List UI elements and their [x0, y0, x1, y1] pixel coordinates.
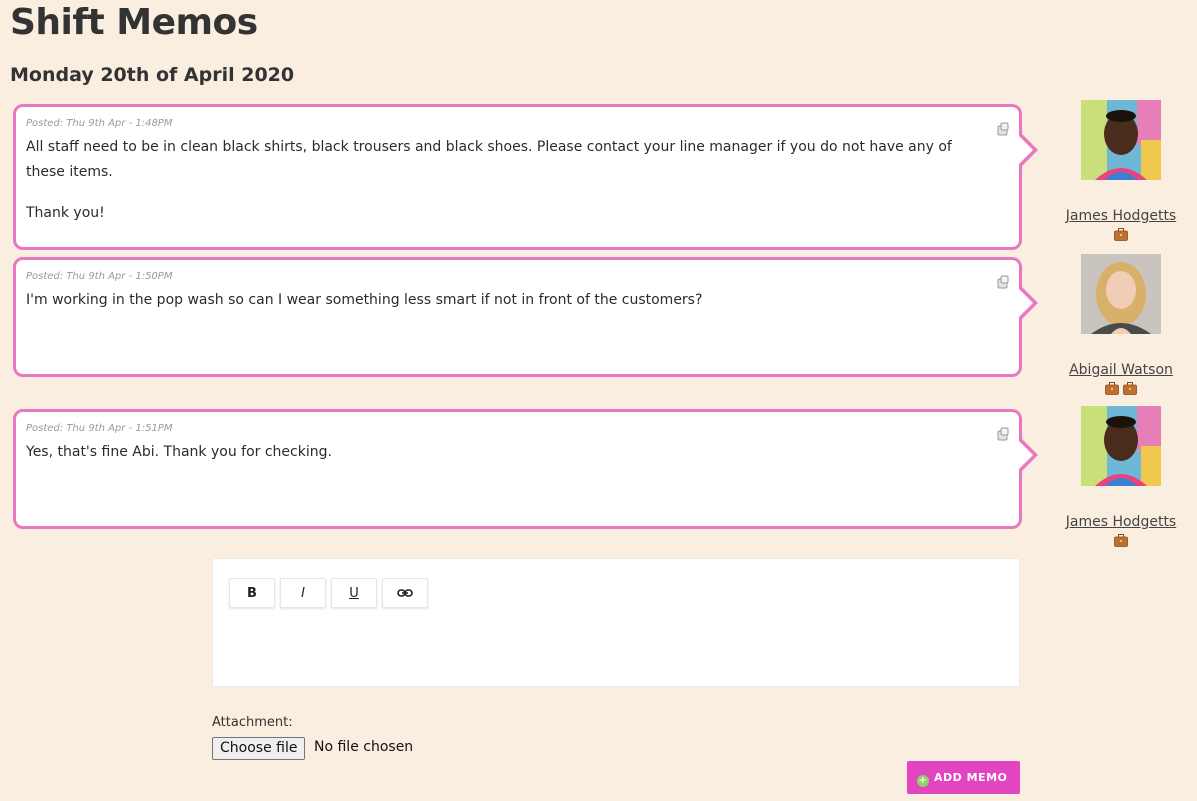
add-memo-button[interactable]: + ADD MEMO — [907, 761, 1020, 794]
briefcase-icon — [1105, 382, 1119, 395]
plus-circle-icon: + — [917, 775, 929, 787]
attachment-label: Attachment: — [212, 715, 293, 730]
briefcase-icon — [1123, 382, 1137, 395]
attachment-icon[interactable] — [995, 427, 1009, 441]
memo-paragraph: Yes, that's fine Abi. Thank you for chec… — [26, 444, 332, 460]
choose-file-button[interactable]: Choose file — [212, 737, 306, 760]
link-icon — [397, 589, 413, 597]
author-name-link[interactable]: James Hodgetts — [1058, 208, 1184, 224]
memo-posted-time: Posted: Thu 9th Apr - 1:50PM — [26, 271, 173, 282]
link-button[interactable] — [382, 578, 428, 608]
role-badges — [1058, 382, 1184, 395]
memo-paragraph: Thank you! — [26, 205, 105, 221]
bold-button[interactable]: B — [229, 578, 275, 608]
memo-author: James Hodgetts — [1058, 100, 1184, 241]
memo-card: Posted: Thu 9th Apr - 1:50PM I'm working… — [13, 257, 1038, 377]
add-memo-label: ADD MEMO — [934, 771, 1008, 784]
memo-body: Yes, that's fine Abi. Thank you for chec… — [26, 440, 989, 481]
attachment-icon[interactable] — [995, 122, 1009, 136]
author-name-link[interactable]: James Hodgetts — [1058, 514, 1184, 530]
avatar — [1081, 100, 1161, 180]
role-badges — [1058, 534, 1184, 547]
memo-card: Posted: Thu 9th Apr - 1:48PM All staff n… — [13, 104, 1038, 250]
file-status: No file chosen — [314, 739, 414, 755]
memo-paragraph: I'm working in the pop wash so can I wea… — [26, 292, 703, 308]
date-heading: Monday 20th of April 2020 — [10, 64, 295, 86]
underline-button[interactable]: U — [331, 578, 377, 608]
memo-posted-time: Posted: Thu 9th Apr - 1:51PM — [26, 423, 173, 434]
memo-body: I'm working in the pop wash so can I wea… — [26, 288, 989, 329]
page-title: Shift Memos — [10, 2, 258, 43]
editor-toolbar: BIU — [229, 578, 433, 608]
memo-posted-time: Posted: Thu 9th Apr - 1:48PM — [26, 118, 173, 129]
memo-card: Posted: Thu 9th Apr - 1:51PM Yes, that's… — [13, 409, 1038, 529]
memo-author: James Hodgetts — [1058, 406, 1184, 547]
memo-author: Abigail Watson — [1058, 254, 1184, 395]
memo-body: All staff need to be in clean black shir… — [26, 135, 989, 242]
attachment-icon[interactable] — [995, 275, 1009, 289]
memo-editor[interactable]: BIU — [212, 558, 1020, 687]
avatar — [1081, 254, 1161, 334]
italic-button[interactable]: I — [280, 578, 326, 608]
memo-paragraph: All staff need to be in clean black shir… — [26, 139, 952, 180]
avatar — [1081, 406, 1161, 486]
briefcase-icon — [1114, 228, 1128, 241]
author-name-link[interactable]: Abigail Watson — [1058, 362, 1184, 378]
briefcase-icon — [1114, 534, 1128, 547]
role-badges — [1058, 228, 1184, 241]
